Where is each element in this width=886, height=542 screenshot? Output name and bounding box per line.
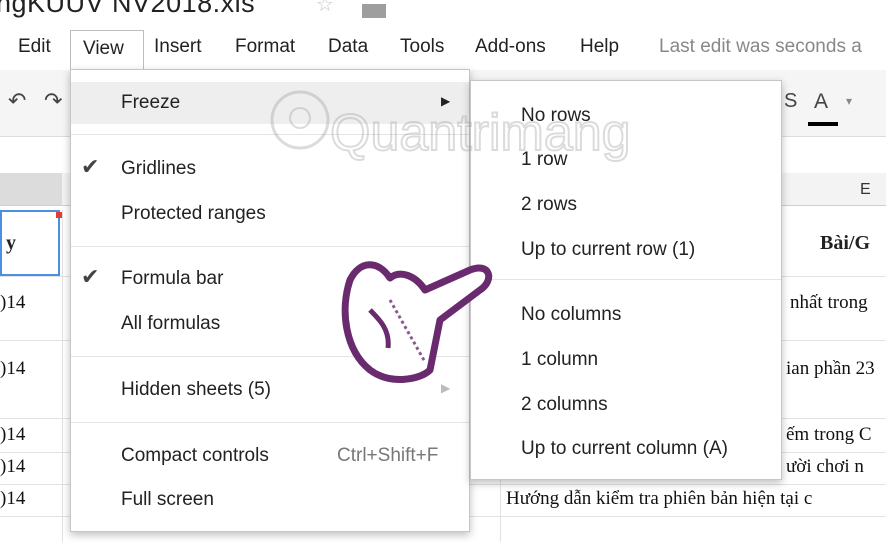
menu-item-gridlines[interactable]: ✔ Gridlines <box>71 148 469 190</box>
menu-addons[interactable]: Add-ons <box>475 36 546 58</box>
strikethrough-icon[interactable]: S <box>784 90 797 113</box>
column-header-e[interactable]: E <box>860 181 871 199</box>
menu-view-label: View <box>83 38 124 59</box>
freeze-up-to-current-column[interactable]: Up to current column (A) <box>521 438 728 460</box>
freeze-2-columns[interactable]: 2 columns <box>521 394 608 416</box>
freeze-up-to-current-row[interactable]: Up to current row (1) <box>521 239 695 261</box>
column-divider <box>62 210 63 542</box>
menu-separator <box>471 279 781 280</box>
cell-title[interactable]: nhất trong <box>790 292 868 314</box>
freeze-submenu: No rows 1 row 2 rows Up to current row (… <box>470 80 782 480</box>
checkmark-icon: ✔ <box>81 154 100 179</box>
cell-date[interactable]: )14 <box>0 456 25 478</box>
cell-date[interactable]: )14 <box>0 358 25 380</box>
pointing-hand-icon <box>341 261 493 383</box>
menu-item-label: Protected ranges <box>121 203 266 224</box>
submenu-arrow-icon: ▶ <box>441 94 451 108</box>
menu-item-protected-ranges[interactable]: Protected ranges <box>71 193 469 235</box>
menu-insert[interactable]: Insert <box>154 36 202 58</box>
freeze-no-columns[interactable]: No columns <box>521 304 621 326</box>
menu-item-label: Compact controls <box>121 445 269 466</box>
menu-item-label: Freeze <box>121 92 181 113</box>
menu-item-full-screen[interactable]: Full screen <box>71 479 469 521</box>
menu-view[interactable]: View <box>70 30 144 70</box>
menu-item-label: Formula bar <box>121 268 224 289</box>
cell-date[interactable]: )14 <box>0 292 25 314</box>
menu-item-compact-controls[interactable]: Compact controls Ctrl+Shift+F <box>71 435 469 477</box>
folder-icon[interactable] <box>362 4 386 18</box>
menu-data[interactable]: Data <box>328 36 368 58</box>
freeze-1-row[interactable]: 1 row <box>521 149 567 171</box>
keyboard-shortcut: Ctrl+Shift+F <box>337 445 439 466</box>
menu-item-label: Hidden sheets (5) <box>121 379 271 400</box>
header-cell-date[interactable]: y <box>6 232 16 255</box>
cell-title[interactable]: ười chơi n <box>786 456 864 478</box>
menu-item-label: Gridlines <box>121 158 196 179</box>
menu-item-label: Full screen <box>121 489 214 510</box>
column-header-a[interactable] <box>0 173 62 205</box>
cell-date[interactable]: )14 <box>0 488 25 510</box>
menu-item-label: All formulas <box>121 313 221 334</box>
cell-date[interactable]: )14 <box>0 424 25 446</box>
last-edit-status[interactable]: Last edit was seconds a <box>659 36 862 58</box>
cell-title[interactable]: Hướng dẫn kiểm tra phiên bản hiện tại c <box>506 488 812 510</box>
menu-help[interactable]: Help <box>580 36 619 58</box>
menu-format[interactable]: Format <box>235 36 295 58</box>
redo-icon[interactable]: ↷ <box>44 88 62 114</box>
menu-edit[interactable]: Edit <box>18 36 51 58</box>
star-icon[interactable]: ☆ <box>316 0 334 17</box>
menu-separator <box>71 422 469 423</box>
freeze-no-rows[interactable]: No rows <box>521 105 591 127</box>
font-color-icon[interactable]: A <box>814 90 828 114</box>
cell-fill-handle[interactable] <box>56 212 62 218</box>
document-title[interactable]: ngKUUV NV2018.xls <box>0 0 255 19</box>
menu-item-freeze[interactable]: Freeze ▶ <box>71 82 469 124</box>
checkmark-icon: ✔ <box>81 264 100 289</box>
freeze-1-column[interactable]: 1 column <box>521 349 598 371</box>
menu-tools[interactable]: Tools <box>400 36 444 58</box>
font-color-swatch <box>808 122 838 126</box>
font-color-dropdown-icon[interactable]: ▾ <box>846 94 852 108</box>
menu-separator <box>71 134 469 135</box>
cell-title[interactable]: ếm trong C <box>786 424 872 446</box>
undo-icon[interactable]: ↶ <box>8 88 26 114</box>
freeze-2-rows[interactable]: 2 rows <box>521 194 577 216</box>
cell-title[interactable]: ian phần 23 <box>786 358 875 380</box>
header-cell-title[interactable]: Bài/G <box>820 232 870 255</box>
document-title-bar: ngKUUV NV2018.xls ☆ <box>0 0 886 22</box>
